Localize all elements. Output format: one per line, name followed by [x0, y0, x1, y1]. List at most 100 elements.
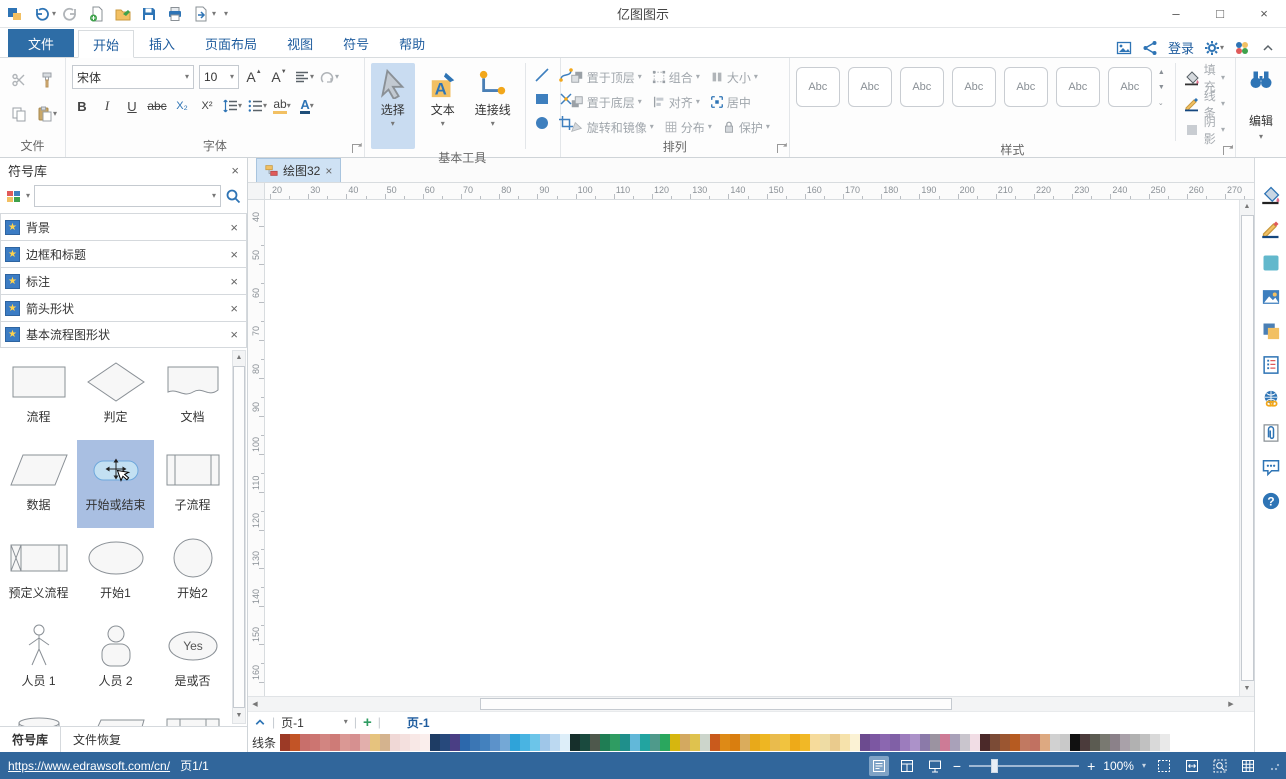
close-button[interactable]: ×	[1242, 0, 1286, 27]
shape-person2[interactable]: 人员 2	[77, 616, 154, 704]
palette-color[interactable]	[1140, 734, 1150, 751]
scroll-up-icon[interactable]: ▲	[1244, 200, 1251, 214]
shrink-font-button[interactable]: A▼	[269, 66, 289, 88]
palette-color[interactable]	[1030, 734, 1040, 751]
shape-start2[interactable]: 开始2	[154, 528, 231, 616]
palette-color[interactable]	[290, 734, 300, 751]
palette-color[interactable]	[550, 734, 560, 751]
document-tab-close-icon[interactable]: ×	[325, 164, 332, 178]
palette-color[interactable]	[720, 734, 730, 751]
palette-color[interactable]	[540, 734, 550, 751]
style-preset-4[interactable]: Abc	[952, 67, 996, 107]
normal-view-button[interactable]	[869, 756, 889, 776]
line-style-icon[interactable]	[1260, 218, 1282, 240]
line-spacing-button[interactable]: ▾	[222, 95, 242, 117]
italic-button[interactable]: I	[97, 95, 117, 117]
scroll-right-icon[interactable]: ▶	[1224, 700, 1238, 708]
underline-button[interactable]: U	[122, 95, 142, 117]
palette-color[interactable]	[770, 734, 780, 751]
customize-toolbar-button[interactable]: ▾	[224, 10, 228, 18]
page-tab[interactable]: 页-1	[407, 714, 430, 731]
palette-color[interactable]	[280, 734, 290, 751]
insert-image-icon[interactable]	[1260, 286, 1282, 308]
palette-color[interactable]	[380, 734, 390, 751]
palette-color[interactable]	[670, 734, 680, 751]
palette-color[interactable]	[590, 734, 600, 751]
edit-button[interactable]: 编辑	[1249, 112, 1273, 129]
palette-color[interactable]	[880, 734, 890, 751]
shadow-button[interactable]: 阴影▾	[1184, 119, 1225, 141]
palette-color[interactable]	[490, 734, 500, 751]
palette-color[interactable]	[650, 734, 660, 751]
palette-color[interactable]	[410, 734, 420, 751]
scroll-down-icon[interactable]: ▼	[1244, 682, 1251, 696]
tab-file[interactable]: 文件	[8, 29, 74, 57]
palette-color[interactable]	[570, 734, 580, 751]
text-rotate-button[interactable]: ▾	[319, 66, 339, 88]
style-preset-3[interactable]: Abc	[900, 67, 944, 107]
select-tool-button[interactable]: 选择▾	[371, 63, 415, 149]
palette-color[interactable]	[840, 734, 850, 751]
palette-mode-label[interactable]: 线条	[252, 734, 280, 751]
layers-icon[interactable]	[1260, 320, 1282, 342]
sidebar-tab-符号库[interactable]: 符号库	[0, 727, 61, 752]
palette-color[interactable]	[930, 734, 940, 751]
arrange-dialog-launcher[interactable]	[777, 144, 786, 153]
library-close-icon[interactable]: ×	[230, 301, 238, 316]
comment-icon[interactable]	[1260, 456, 1282, 478]
palette-color[interactable]	[990, 734, 1000, 751]
shape-data[interactable]: 数据	[0, 440, 77, 528]
horizontal-scrollbar[interactable]: ◀ ▶	[248, 696, 1254, 711]
text-tool-button[interactable]: A 文本▾	[421, 63, 465, 149]
palette-color[interactable]	[1040, 734, 1050, 751]
drawing-canvas[interactable]	[265, 200, 1239, 696]
scrollbar-thumb[interactable]	[233, 366, 245, 708]
library-close-icon[interactable]: ×	[230, 274, 238, 289]
hyperlink-icon[interactable]	[1260, 388, 1282, 410]
palette-color[interactable]	[440, 734, 450, 751]
strikethrough-button[interactable]: abc	[147, 95, 167, 117]
connector-tool-button[interactable]: 连接线▾	[471, 63, 515, 149]
vertical-scrollbar-thumb[interactable]	[1241, 215, 1254, 681]
add-page-button[interactable]: +	[363, 714, 372, 731]
palette-color[interactable]	[1120, 734, 1130, 751]
shape-start1[interactable]: 开始1	[77, 528, 154, 616]
undo-dropdown[interactable]: ▾	[52, 10, 56, 18]
copy-icon[interactable]	[11, 106, 27, 122]
symbol-library-close-icon[interactable]: ×	[231, 163, 239, 178]
library-bar-基本流程图形状[interactable]: ★基本流程图形状×	[0, 321, 247, 348]
scroll-left-icon[interactable]: ◀	[248, 700, 262, 708]
font-dialog-launcher[interactable]	[352, 144, 361, 153]
font-color-button[interactable]: A▾	[297, 95, 317, 117]
fit-page-button[interactable]	[1154, 756, 1174, 776]
palette-color[interactable]	[510, 734, 520, 751]
palette-color[interactable]	[950, 734, 960, 751]
arrange-protect-button[interactable]: 保护▾	[719, 116, 773, 138]
grid-toggle-button[interactable]	[1238, 756, 1258, 776]
subscript-button[interactable]: X₂	[172, 95, 192, 117]
line-button[interactable]: 线条▾	[1184, 93, 1225, 115]
format-fill-icon[interactable]	[1260, 184, 1282, 206]
palette-color[interactable]	[780, 734, 790, 751]
style-dialog-launcher[interactable]	[1223, 146, 1232, 155]
palette-color[interactable]	[600, 734, 610, 751]
palette-color[interactable]	[900, 734, 910, 751]
document-tab[interactable]: 绘图32 ×	[256, 158, 341, 182]
shape-database[interactable]	[0, 704, 77, 726]
shape-person1[interactable]: 人员 1	[0, 616, 77, 704]
palette-color[interactable]	[370, 734, 380, 751]
edit-dropdown[interactable]: ▾	[1259, 133, 1263, 141]
palette-color[interactable]	[460, 734, 470, 751]
style-preset-6[interactable]: Abc	[1056, 67, 1100, 107]
palette-color[interactable]	[820, 734, 830, 751]
palette-color[interactable]	[700, 734, 710, 751]
palette-color[interactable]	[530, 734, 540, 751]
library-search-input[interactable]: ▾	[34, 185, 221, 207]
palette-color[interactable]	[1070, 734, 1080, 751]
arrange-bring-front-button[interactable]: 置于顶层▾	[567, 66, 645, 88]
search-icon[interactable]	[225, 188, 241, 204]
palette-color[interactable]	[520, 734, 530, 751]
library-close-icon[interactable]: ×	[230, 327, 238, 342]
arrange-size-button[interactable]: 大小▾	[707, 66, 761, 88]
palette-color[interactable]	[330, 734, 340, 751]
